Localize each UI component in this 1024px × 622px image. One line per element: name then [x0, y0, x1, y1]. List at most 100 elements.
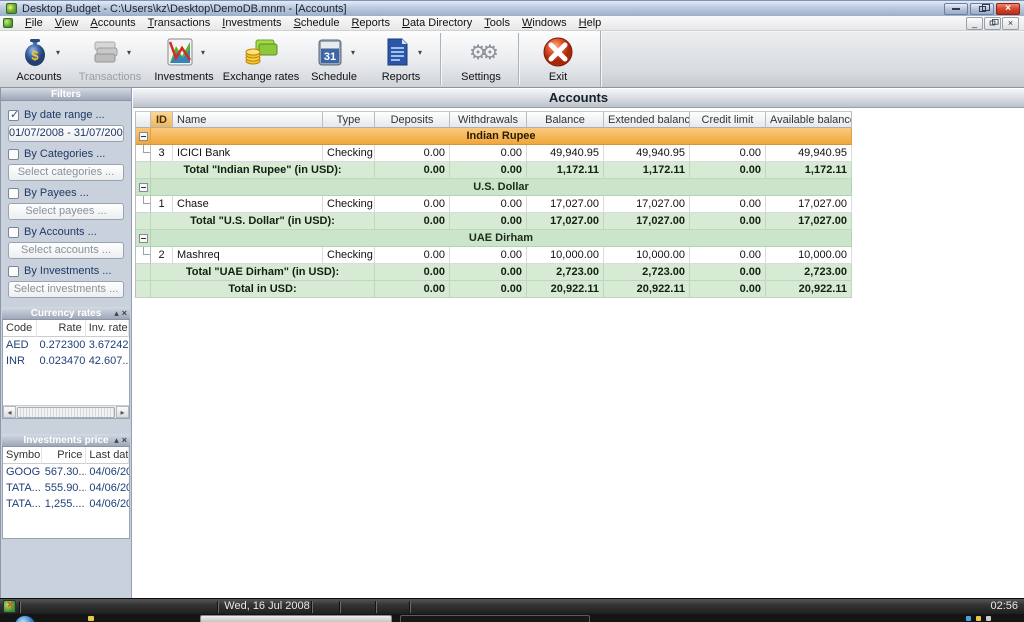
- start-orb-icon[interactable]: [14, 615, 36, 622]
- scroll-left-icon[interactable]: ◂: [3, 406, 16, 418]
- cell-value: 0.00: [450, 247, 527, 264]
- column-header-credit-limit[interactable]: Credit limit: [690, 111, 766, 128]
- checkbox[interactable]: [8, 227, 19, 238]
- scroll-right-icon[interactable]: ▸: [116, 406, 129, 418]
- tray-icon[interactable]: [976, 616, 981, 621]
- panel-column-header[interactable]: Symbol: [3, 447, 42, 464]
- toolbar-button-reports[interactable]: ▾ Reports: [368, 34, 434, 84]
- menu-data-directory[interactable]: Data Directory: [396, 16, 478, 30]
- group-row-u-s-dollar[interactable]: U.S. Dollar: [135, 179, 852, 196]
- mdi-close-button[interactable]: ×: [1002, 17, 1019, 30]
- taskbar-button-active[interactable]: [400, 615, 590, 622]
- list-item[interactable]: TATA...555.90...04/06/200: [3, 480, 129, 496]
- column-header-extended-balance[interactable]: Extended balance: [604, 111, 690, 128]
- list-item[interactable]: INR0.02347042.607...: [3, 353, 129, 369]
- mdi-restore-button[interactable]: [984, 17, 1001, 30]
- checkbox-checked[interactable]: [8, 110, 19, 121]
- column-header-withdrawals[interactable]: Withdrawals: [450, 111, 527, 128]
- panel-column-header[interactable]: Last date: [86, 447, 129, 464]
- toolbar-button-label: Settings: [461, 71, 501, 83]
- checkbox[interactable]: [8, 149, 19, 160]
- toolbar-button-exchange-rates[interactable]: Exchange rates: [222, 34, 300, 84]
- close-panel-icon[interactable]: ×: [122, 309, 127, 318]
- toolbar-button-exit[interactable]: Exit: [526, 34, 590, 84]
- toolbar-button-label: Reports: [382, 71, 421, 83]
- table-gutter: [135, 111, 151, 128]
- quicklaunch-icon[interactable]: [88, 616, 94, 621]
- coins-icon: [244, 35, 278, 69]
- panel-column-header[interactable]: Inv. rate: [86, 320, 129, 337]
- table-row-mashreq[interactable]: 2MashreqChecking0.000.0010,000.0010,000.…: [135, 247, 852, 264]
- menu-transactions[interactable]: Transactions: [142, 16, 217, 30]
- horizontal-scrollbar[interactable]: ◂ ▸: [3, 405, 129, 418]
- filter-select-button[interactable]: Select categories ...: [8, 164, 124, 181]
- menu-view[interactable]: View: [49, 16, 85, 30]
- cell-value: 17,027.00: [766, 196, 852, 213]
- toolbar-button-schedule[interactable]: 31▾Schedule: [302, 34, 366, 84]
- toolbar-button-settings[interactable]: ⚙⚙Settings: [446, 34, 516, 84]
- filter-select-button[interactable]: 01/07/2008 - 31/07/2008: [8, 125, 124, 142]
- table-row-chase[interactable]: 1ChaseChecking0.000.0017,027.0017,027.00…: [135, 196, 852, 213]
- total-label: Total "UAE Dirham" (in USD):: [151, 264, 375, 281]
- chevron-down-icon[interactable]: ▾: [56, 48, 60, 57]
- statusbar-separator: [218, 601, 219, 613]
- collapse-group-icon[interactable]: [139, 132, 148, 141]
- menu-investments[interactable]: Investments: [216, 16, 287, 30]
- filter-select-button[interactable]: Select accounts ...: [8, 242, 124, 259]
- menu-accounts[interactable]: Accounts: [84, 16, 141, 30]
- panel-column-header[interactable]: Code: [3, 320, 37, 337]
- checkbox[interactable]: [8, 266, 19, 277]
- windows-taskbar[interactable]: [0, 614, 1024, 622]
- toolbar-button-label: Schedule: [311, 71, 357, 83]
- collapse-group-icon[interactable]: [139, 183, 148, 192]
- close-panel-icon[interactable]: ×: [122, 436, 127, 445]
- close-button[interactable]: ×: [996, 3, 1020, 15]
- mdi-minimize-button[interactable]: _: [966, 17, 983, 30]
- menu-file[interactable]: File: [19, 16, 49, 30]
- group-row-indian-rupee[interactable]: Indian Rupee: [135, 128, 852, 145]
- checkbox[interactable]: [8, 188, 19, 199]
- taskbar-button[interactable]: [200, 615, 392, 622]
- collapse-icon[interactable]: ▴: [114, 309, 119, 318]
- restore-button[interactable]: [970, 3, 994, 15]
- panel-cell: GOOG: [3, 466, 42, 478]
- panel-column-header[interactable]: Price: [42, 447, 87, 464]
- cell-value: 0.00: [450, 213, 527, 230]
- chevron-down-icon[interactable]: ▾: [351, 48, 355, 57]
- list-item[interactable]: AED0.2723003.672420: [3, 337, 129, 353]
- toolbar-button-investments[interactable]: ▾Investments: [148, 34, 220, 84]
- menu-schedule[interactable]: Schedule: [288, 16, 346, 30]
- group-row-uae-dirham[interactable]: UAE Dirham: [135, 230, 852, 247]
- collapse-group-icon[interactable]: [139, 234, 148, 243]
- menu-reports[interactable]: Reports: [345, 16, 396, 30]
- column-header-deposits[interactable]: Deposits: [375, 111, 450, 128]
- list-item[interactable]: GOOG567.30...04/06/200: [3, 464, 129, 480]
- chevron-down-icon[interactable]: ▾: [201, 48, 205, 57]
- chevron-down-icon[interactable]: ▾: [418, 48, 422, 57]
- column-header-name[interactable]: Name: [173, 111, 323, 128]
- table-row-icici-bank[interactable]: 3ICICI BankChecking0.000.0049,940.9549,9…: [135, 145, 852, 162]
- tray-icon[interactable]: [986, 616, 991, 621]
- column-header-id[interactable]: ID: [151, 111, 173, 128]
- statusbar-separator: [312, 601, 313, 613]
- close-icon: ×: [1005, 4, 1011, 14]
- scroll-thumb[interactable]: [17, 407, 115, 418]
- toolbar-button-accounts[interactable]: $▾Accounts: [6, 34, 72, 84]
- collapse-icon[interactable]: ▴: [114, 436, 119, 445]
- tray-icon[interactable]: [966, 616, 971, 621]
- menu-help[interactable]: Help: [573, 16, 608, 30]
- chevron-down-icon[interactable]: ▾: [127, 48, 131, 57]
- list-item[interactable]: TATA...1,255....04/06/200: [3, 496, 129, 512]
- column-header-balance[interactable]: Balance: [527, 111, 604, 128]
- titlebar[interactable]: Desktop Budget - C:\Users\kz\Desktop\Dem…: [0, 0, 1024, 16]
- column-header-available-balance[interactable]: Available balance: [766, 111, 852, 128]
- filter-select-button[interactable]: Select payees ...: [8, 203, 124, 220]
- panel-cell: 0.023470: [36, 355, 85, 367]
- menu-windows[interactable]: Windows: [516, 16, 573, 30]
- filters-panel-header: Filters: [1, 88, 131, 101]
- panel-column-header[interactable]: Rate: [37, 320, 86, 337]
- column-header-type[interactable]: Type: [323, 111, 375, 128]
- menu-tools[interactable]: Tools: [478, 16, 516, 30]
- filter-select-button[interactable]: Select investments ...: [8, 281, 124, 298]
- minimize-button[interactable]: [944, 3, 968, 15]
